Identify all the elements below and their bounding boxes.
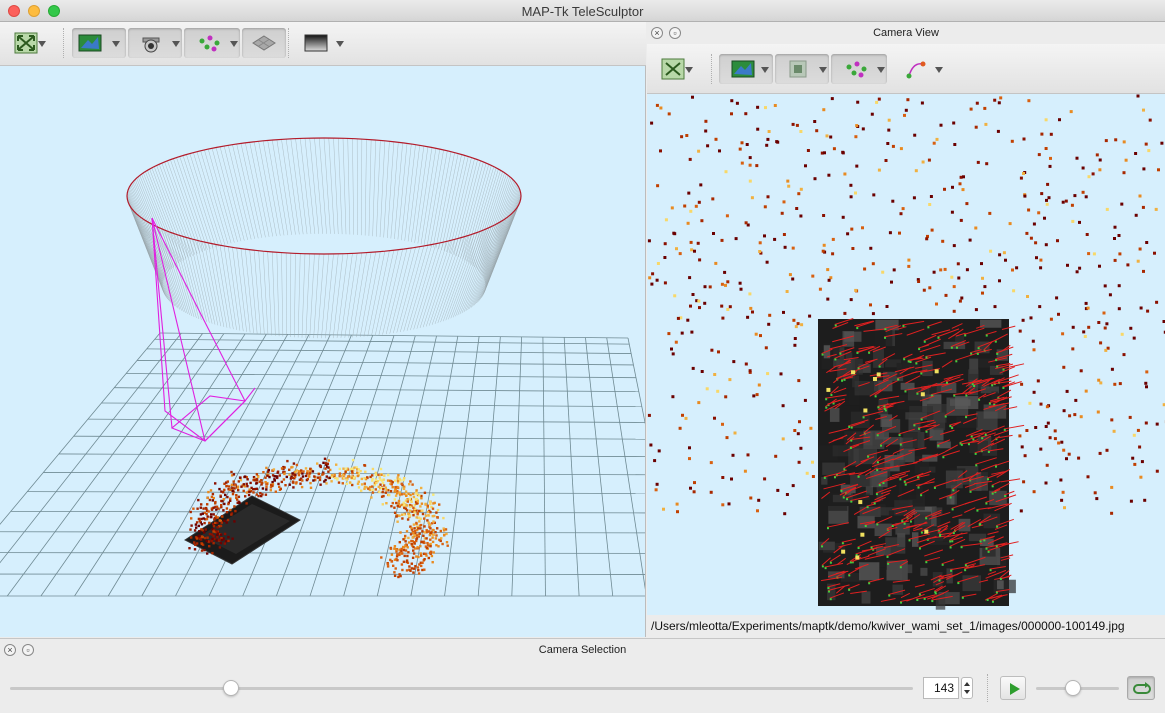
depth-map-button[interactable]: [296, 28, 352, 58]
chevron-down-icon: [685, 67, 693, 73]
landmarks-icon: [199, 35, 220, 52]
reset-view-icon: [661, 58, 685, 80]
image-icon: [731, 60, 755, 78]
camera-view-canvas[interactable]: [647, 94, 1165, 615]
camera-view[interactable]: [647, 94, 1165, 615]
window-title: MAP-Tk TeleSculptor: [521, 4, 644, 19]
world-toolbar: [0, 22, 646, 66]
camera-view-toolbar: [647, 44, 1165, 94]
camera-mask-button[interactable]: [775, 54, 829, 84]
play-button[interactable]: [1000, 676, 1026, 700]
frame-stepper[interactable]: [961, 677, 973, 699]
speed-slider-knob[interactable]: [1065, 680, 1082, 696]
camera-reset-view-button[interactable]: [655, 54, 699, 84]
camera-selection-panel: 143: [0, 660, 1165, 713]
ground-plane-button[interactable]: [242, 28, 286, 58]
chevron-down-icon: [964, 690, 970, 694]
main-window: MAP-Tk TeleSculptor × ▫ Camera View /Use…: [0, 0, 1165, 713]
landmark-display-button[interactable]: [184, 28, 240, 58]
title-bar: MAP-Tk TeleSculptor: [0, 0, 1165, 22]
camera-image-button[interactable]: [719, 54, 773, 84]
chevron-down-icon: [38, 41, 46, 47]
chevron-down-icon: [877, 67, 885, 73]
ground-grid: [0, 332, 645, 597]
camera-view-title: Camera View: [873, 27, 939, 39]
camera-frustums: [126, 137, 522, 339]
chevron-down-icon: [336, 41, 344, 47]
chevron-down-icon: [172, 41, 180, 47]
chevron-down-icon: [112, 41, 120, 47]
reset-view-button[interactable]: [8, 28, 52, 58]
loop-button[interactable]: [1127, 676, 1155, 700]
ground-plane-icon: [252, 35, 276, 51]
camera-view-title-bar: × ▫ Camera View: [647, 22, 1165, 44]
loop-icon: [1133, 682, 1151, 694]
chevron-down-icon: [935, 67, 943, 73]
chevron-down-icon: [230, 41, 238, 47]
residuals-icon: [906, 61, 926, 79]
camera-icon: [142, 37, 160, 53]
frame-slider-knob[interactable]: [223, 680, 240, 696]
play-icon: [1010, 683, 1020, 695]
chevron-down-icon: [761, 67, 769, 73]
world-view-canvas[interactable]: [0, 66, 646, 637]
chevron-up-icon: [964, 682, 970, 686]
image-path-label: /Users/mleotta/Experiments/maptk/demo/kw…: [647, 615, 1165, 637]
camera-landmarks-button[interactable]: [831, 54, 887, 84]
mask-icon: [789, 60, 807, 78]
chevron-down-icon: [819, 67, 827, 73]
world-view[interactable]: [0, 66, 646, 637]
camera-selection-title-bar: × ▫ Camera Selection: [0, 638, 1165, 660]
depth-map-icon: [304, 34, 328, 52]
image-display-button[interactable]: [72, 28, 126, 58]
frame-number-field[interactable]: 143: [923, 677, 959, 699]
landmarks-icon: [846, 61, 867, 78]
camera-selection-title: Camera Selection: [538, 644, 627, 656]
camera-display-button[interactable]: [128, 28, 182, 58]
reset-view-icon: [14, 32, 38, 54]
image-icon: [78, 34, 102, 52]
camera-residuals-button[interactable]: [897, 54, 947, 84]
frame-slider-track[interactable]: [10, 687, 913, 690]
